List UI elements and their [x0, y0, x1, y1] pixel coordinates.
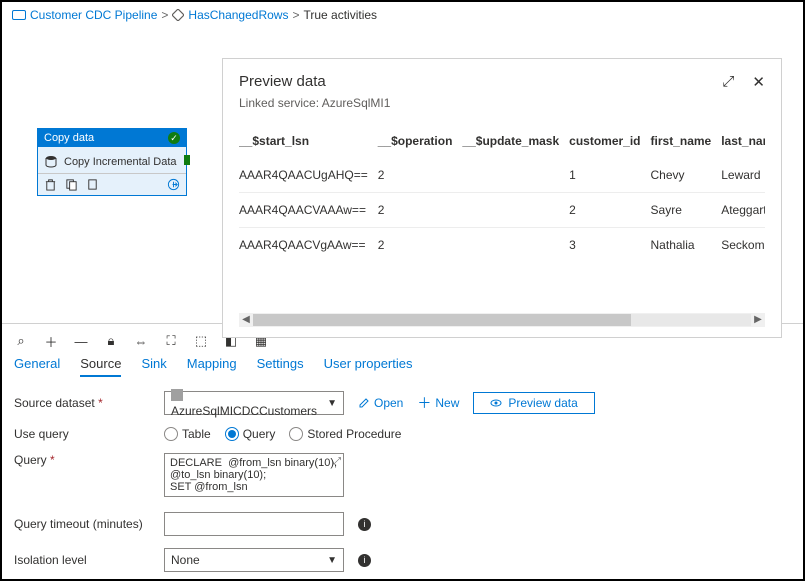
- validation-check-icon: ✓: [168, 132, 180, 144]
- breadcrumb-activity[interactable]: HasChangedRows: [188, 8, 288, 22]
- isolation-level-label: Isolation level: [14, 553, 164, 567]
- expand-textarea-icon[interactable]: ⤢: [333, 456, 341, 467]
- col-header[interactable]: last_name: [721, 128, 765, 158]
- lock-icon[interactable]: 🔒︎: [104, 334, 118, 348]
- table-cell: AAAR4QAACUgAHQ==: [239, 158, 378, 193]
- scroll-left-icon[interactable]: ◀: [239, 313, 253, 327]
- activity-type-label: Copy data: [44, 132, 94, 144]
- tab-general[interactable]: General: [14, 356, 60, 377]
- col-header[interactable]: __$operation: [378, 128, 463, 158]
- pipeline-icon: [12, 10, 26, 20]
- fit-screen-icon[interactable]: ⛶: [164, 334, 178, 348]
- copy-activity[interactable]: Copy data ✓ Copy Incremental Data: [37, 128, 187, 196]
- radio-query[interactable]: Query: [225, 427, 276, 441]
- clone-icon[interactable]: [65, 178, 78, 191]
- table-cell: Ateggart: [721, 193, 765, 228]
- edit-icon: [358, 397, 370, 409]
- breadcrumb: Customer CDC Pipeline > HasChangedRows >…: [2, 2, 803, 28]
- query-textarea[interactable]: [164, 453, 344, 497]
- col-header[interactable]: customer_id: [569, 128, 650, 158]
- use-query-label: Use query: [14, 427, 164, 441]
- preview-icon: [490, 398, 502, 408]
- table-cell: 2: [378, 228, 463, 263]
- copy-icon[interactable]: [86, 178, 99, 191]
- table-cell: 3: [569, 228, 650, 263]
- table-cell: AAAR4QAACVgAAw==: [239, 228, 378, 263]
- breadcrumb-root[interactable]: Customer CDC Pipeline: [30, 8, 157, 22]
- col-header[interactable]: __$start_lsn: [239, 128, 378, 158]
- scroll-thumb[interactable]: [253, 314, 631, 326]
- scroll-right-icon[interactable]: ▶: [751, 313, 765, 327]
- database-icon: [44, 155, 58, 169]
- tab-mapping[interactable]: Mapping: [187, 356, 237, 377]
- table-cell: Seckom: [721, 228, 765, 263]
- tab-source[interactable]: Source: [80, 356, 121, 377]
- activity-header: Copy data ✓: [38, 129, 186, 147]
- info-icon[interactable]: i: [358, 554, 371, 567]
- activity-body: Copy Incremental Data: [38, 147, 186, 173]
- table-cell: 2: [378, 193, 463, 228]
- table-cell: 2: [378, 158, 463, 193]
- radio-table[interactable]: Table: [164, 427, 211, 441]
- expand-icon[interactable]: ⤢: [722, 73, 734, 91]
- query-label: Query *: [14, 453, 164, 467]
- source-dataset-label: Source dataset *: [14, 396, 164, 410]
- preview-data-table: __$start_lsn __$operation __$update_mask…: [239, 128, 765, 262]
- preview-table-scroll: __$start_lsn __$operation __$update_mask…: [239, 128, 765, 262]
- delete-icon[interactable]: [44, 178, 57, 191]
- scroll-track[interactable]: [253, 314, 751, 326]
- col-header[interactable]: first_name: [651, 128, 722, 158]
- table-cell: [462, 193, 569, 228]
- close-icon[interactable]: ✕: [752, 73, 765, 91]
- tab-settings[interactable]: Settings: [257, 356, 304, 377]
- activity-name: Copy Incremental Data: [64, 156, 177, 168]
- table-cell: 1: [569, 158, 650, 193]
- radio-stored-procedure[interactable]: Stored Procedure: [289, 427, 401, 441]
- success-output-handle[interactable]: [184, 155, 190, 165]
- preview-linked-service: Linked service: AzureSqlMI1: [239, 96, 390, 110]
- info-icon[interactable]: i: [358, 518, 371, 531]
- dataset-icon: [171, 389, 183, 401]
- activity-toolbar: [38, 173, 186, 195]
- tab-sink[interactable]: Sink: [141, 356, 166, 377]
- table-cell: Nathalia: [651, 228, 722, 263]
- query-timeout-label: Query timeout (minutes): [14, 517, 164, 531]
- query-timeout-input[interactable]: [164, 512, 344, 536]
- open-dataset-button[interactable]: Open: [358, 396, 403, 410]
- new-dataset-button[interactable]: ＋New: [417, 393, 459, 413]
- col-header[interactable]: __$update_mask: [462, 128, 569, 158]
- tab-user-properties[interactable]: User properties: [324, 356, 413, 377]
- breadcrumb-sep: >: [161, 8, 168, 22]
- preview-data-button[interactable]: Preview data: [473, 392, 594, 414]
- table-cell: [462, 158, 569, 193]
- chevron-down-icon: ▼: [327, 555, 337, 566]
- table-row[interactable]: AAAR4QAACVAAAw==22SayreAteggartsateggart…: [239, 193, 765, 228]
- add-output-icon[interactable]: [167, 178, 180, 191]
- chevron-down-icon: ▼: [327, 398, 337, 409]
- fit-width-icon[interactable]: ⇔: [134, 334, 148, 348]
- if-condition-icon: [172, 9, 184, 21]
- zoom-selection-icon[interactable]: ⬚: [194, 334, 208, 348]
- table-row[interactable]: AAAR4QAACUgAHQ==21ChevyLewardcleward0@ma…: [239, 158, 765, 193]
- table-cell: AAAR4QAACVAAAw==: [239, 193, 378, 228]
- pipeline-canvas[interactable]: Copy data ✓ Copy Incremental Data Previe…: [2, 28, 803, 323]
- table-cell: [462, 228, 569, 263]
- search-icon[interactable]: ⌕: [14, 334, 28, 348]
- property-tabs: General Source Sink Mapping Settings Use…: [14, 356, 791, 377]
- table-row[interactable]: AAAR4QAACVgAAw==23NathaliaSeckomnseckom2…: [239, 228, 765, 263]
- source-dataset-select[interactable]: AzureSqlMICDCCustomers ▼: [164, 391, 344, 415]
- add-icon[interactable]: ＋: [44, 334, 58, 348]
- horizontal-scrollbar[interactable]: ◀ ▶: [239, 313, 765, 327]
- table-cell: Chevy: [651, 158, 722, 193]
- isolation-level-select[interactable]: None ▼: [164, 548, 344, 572]
- table-cell: Sayre: [651, 193, 722, 228]
- table-cell: Leward: [721, 158, 765, 193]
- properties-panel: ⌕ ＋ — 🔒︎ ⇔ ⛶ ⬚ ◧ ▦ General Source Sink M…: [2, 323, 803, 583]
- breadcrumb-leaf: True activities: [303, 8, 377, 22]
- breadcrumb-sep: >: [292, 8, 299, 22]
- preview-title: Preview data: [239, 73, 390, 90]
- preview-data-panel: Preview data Linked service: AzureSqlMI1…: [222, 58, 782, 338]
- table-cell: 2: [569, 193, 650, 228]
- remove-icon[interactable]: —: [74, 334, 88, 348]
